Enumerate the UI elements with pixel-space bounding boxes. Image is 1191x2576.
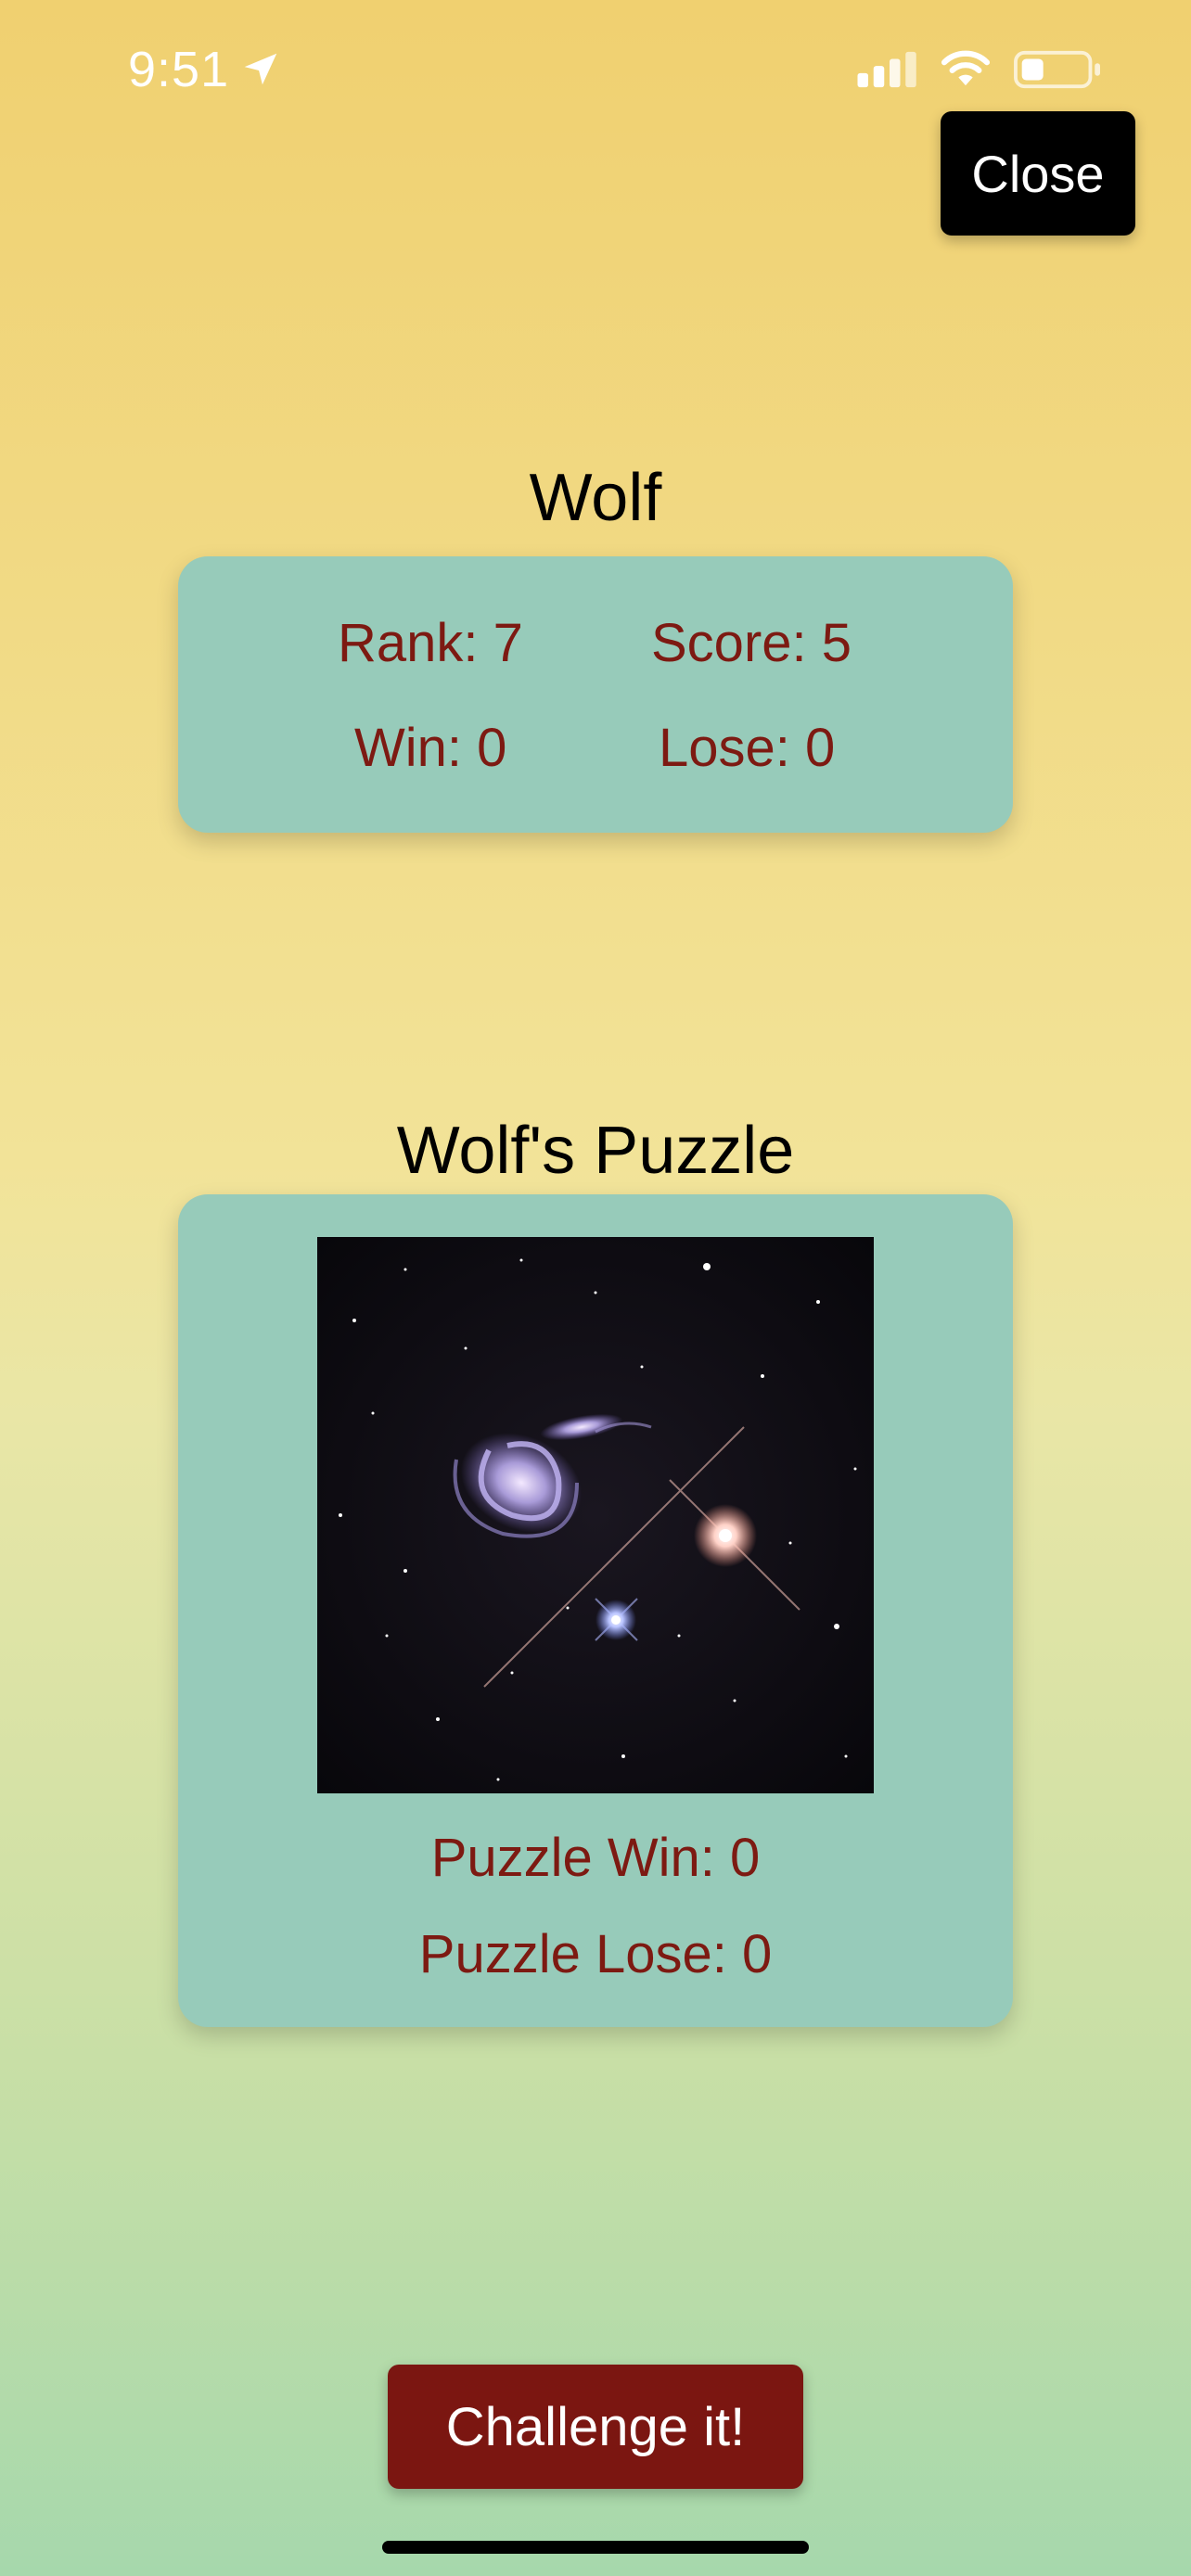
close-button[interactable]: Close bbox=[941, 111, 1135, 236]
win-stat: Win: 0 bbox=[354, 718, 507, 778]
galaxy-image bbox=[317, 1237, 874, 1793]
player-name-title: Wolf bbox=[529, 461, 662, 535]
home-indicator[interactable] bbox=[382, 2541, 809, 2554]
puzzle-title: Wolf's Puzzle bbox=[396, 1114, 795, 1188]
puzzle-lose-stat: Puzzle Lose: 0 bbox=[418, 1924, 773, 1984]
battery-icon bbox=[1014, 50, 1100, 89]
player-stats-card: Rank: 7 Score: 5 Win: 0 Lose: 0 bbox=[178, 556, 1013, 833]
puzzle-card: Puzzle Win: 0 Puzzle Lose: 0 bbox=[178, 1194, 1013, 2027]
cellular-signal-icon bbox=[857, 51, 916, 88]
rank-stat: Rank: 7 bbox=[338, 613, 523, 673]
lose-stat: Lose: 0 bbox=[659, 718, 836, 778]
status-time: 9:51 bbox=[128, 42, 230, 97]
challenge-button[interactable]: Challenge it! bbox=[388, 2365, 803, 2489]
score-stat: Score: 5 bbox=[651, 613, 852, 673]
puzzle-image[interactable] bbox=[317, 1237, 874, 1793]
location-arrow-icon bbox=[244, 53, 277, 85]
puzzle-win-stat: Puzzle Win: 0 bbox=[430, 1828, 761, 1888]
wifi-icon bbox=[941, 50, 991, 86]
